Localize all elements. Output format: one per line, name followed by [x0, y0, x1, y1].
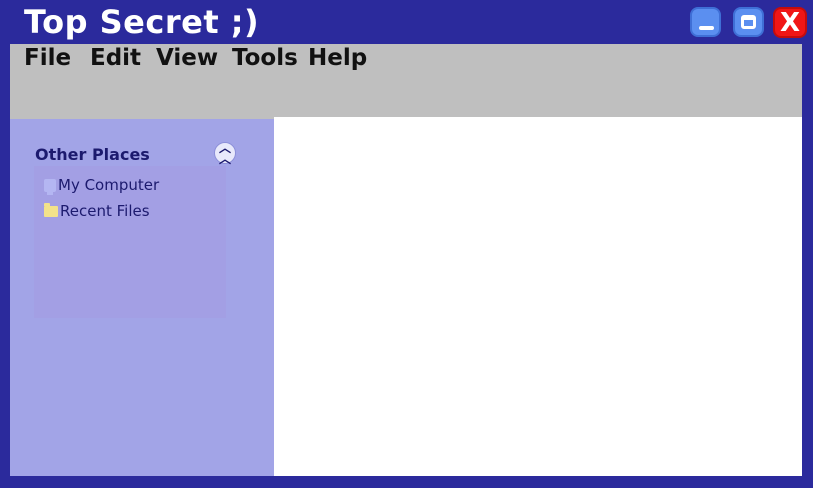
sidebar: Other Places ︿ ︿ My Computer Recent Files — [10, 119, 274, 476]
other-places-panel: My Computer Recent Files — [34, 166, 226, 318]
maximize-button[interactable] — [733, 7, 764, 37]
computer-icon — [44, 179, 56, 195]
menu-edit[interactable]: Edit — [90, 44, 141, 72]
double-chevron-up-icon: ︿ ︿ — [218, 141, 231, 166]
menu-bar: File Edit View Tools Help — [10, 44, 802, 119]
folder-icon — [44, 203, 58, 217]
menu-tools[interactable]: Tools — [232, 44, 298, 72]
close-button[interactable]: X — [773, 7, 807, 38]
place-label: Recent Files — [60, 202, 150, 220]
minimize-icon — [699, 26, 714, 30]
menu-help[interactable]: Help — [308, 44, 367, 72]
application-window: Top Secret ;) X File Edit View Tools Hel… — [0, 0, 813, 488]
collapse-button[interactable]: ︿ ︿ — [214, 141, 236, 166]
menu-file[interactable]: File — [24, 44, 71, 72]
place-recent-files[interactable]: Recent Files — [44, 200, 150, 222]
title-bar[interactable]: Top Secret ;) X — [0, 0, 813, 44]
close-icon: X — [779, 8, 801, 38]
content-area[interactable] — [274, 117, 802, 476]
place-my-computer[interactable]: My Computer — [44, 174, 159, 196]
other-places-title: Other Places — [35, 145, 150, 164]
window-title: Top Secret ;) — [24, 3, 260, 41]
menu-view[interactable]: View — [156, 44, 218, 72]
minimize-button[interactable] — [690, 7, 721, 37]
place-label: My Computer — [58, 176, 160, 194]
maximize-icon — [741, 15, 756, 29]
